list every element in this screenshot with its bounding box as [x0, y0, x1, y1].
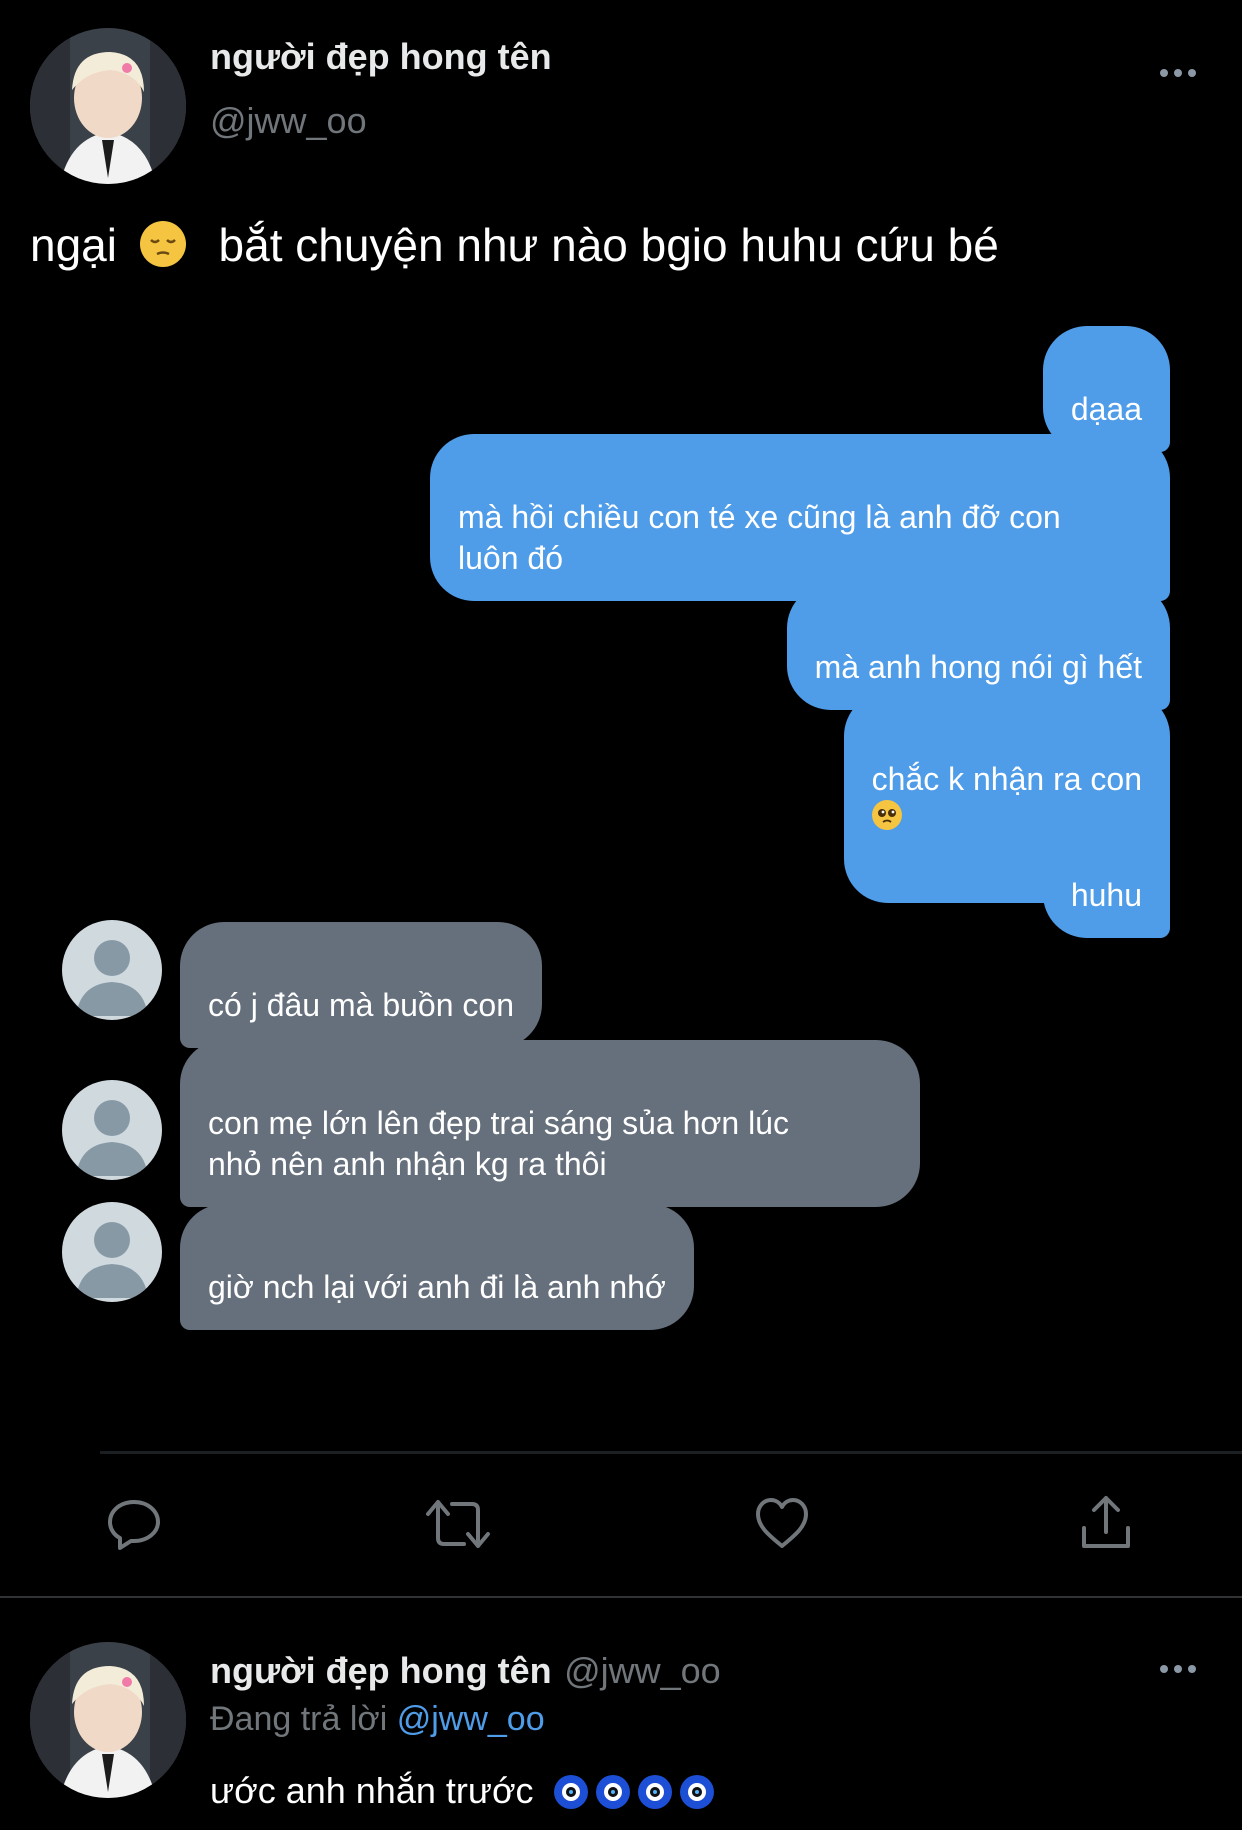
sent-message: huhu	[1042, 812, 1170, 938]
default-user-icon	[76, 1100, 148, 1176]
reply-author-avatar[interactable]	[30, 1642, 186, 1798]
reply-author-name[interactable]: người đẹp hong tên	[210, 1650, 552, 1691]
sent-message-text: mà anh hong nói gì hết	[814, 649, 1142, 685]
screenshot-edge	[100, 1451, 1242, 1454]
tweet-text-start: ngại	[30, 219, 117, 271]
contact-avatar	[62, 920, 162, 1020]
author-handle[interactable]: @jww_oo	[210, 100, 367, 142]
more-options-icon[interactable]	[1160, 69, 1196, 77]
like-icon[interactable]	[752, 1494, 812, 1554]
retweet-icon[interactable]	[424, 1494, 492, 1554]
received-message: giờ nch lại với anh đi là anh nhớ	[180, 1204, 694, 1330]
received-message-text: có j đâu mà buồn con	[208, 987, 514, 1023]
default-user-icon	[76, 1222, 148, 1298]
nazar-amulet-icon	[553, 1775, 588, 1809]
reply-header: người đẹp hong tên @jww_oo	[210, 1650, 721, 1692]
share-icon[interactable]	[1076, 1492, 1136, 1554]
received-message-text: con mẹ lớn lên đẹp trai sáng sủa hơn lúc…	[208, 1105, 789, 1182]
sent-message-text: mà hồi chiều con té xe cũng là anh đỡ co…	[458, 499, 1061, 576]
replying-to-mention[interactable]: @jww_oo	[397, 1700, 545, 1738]
received-message: có j đâu mà buồn con	[180, 922, 542, 1048]
author-name[interactable]: người đẹp hong tên	[210, 36, 552, 78]
default-user-icon	[76, 940, 148, 1016]
chat-screenshot[interactable]: dạaa mà hồi chiều con té xe cũng là anh …	[30, 320, 1242, 1454]
author-avatar[interactable]	[30, 28, 186, 184]
sent-message-text: dạaa	[1070, 391, 1142, 427]
sent-message-text: huhu	[1070, 877, 1142, 913]
reply-more-options-icon[interactable]	[1160, 1665, 1196, 1673]
section-divider	[0, 1596, 1242, 1598]
tweet-text: ngại bắt chuyện như nào bgio huhu cứu bé	[30, 218, 999, 272]
reply-icon[interactable]	[104, 1494, 164, 1554]
contact-avatar	[62, 1080, 162, 1180]
reply-author-avatar-image	[30, 1642, 186, 1798]
replying-to-prefix: Đang trả lời	[210, 1700, 388, 1738]
received-message: con mẹ lớn lên đẹp trai sáng sủa hơn lúc…	[180, 1040, 920, 1207]
reply-text-body: ước anh nhắn trước	[210, 1770, 534, 1811]
sent-message-text: chắc k nhận ra con	[871, 761, 1142, 797]
contact-avatar	[62, 1202, 162, 1302]
tweet-text-end: bắt chuyện như nào bgio huhu cứu bé	[218, 219, 999, 271]
pensive-face-icon	[139, 221, 186, 267]
nazar-amulet-icon	[595, 1775, 630, 1809]
nazar-amulet-icon	[637, 1775, 672, 1809]
sent-message: mà hồi chiều con té xe cũng là anh đỡ co…	[430, 434, 1170, 601]
received-message-text: giờ nch lại với anh đi là anh nhớ	[208, 1269, 666, 1305]
pleading-face-icon	[871, 800, 902, 830]
replying-to-line: Đang trả lời @jww_oo	[210, 1700, 545, 1739]
author-avatar-image	[30, 28, 186, 184]
reply-text: ước anh nhắn trước	[210, 1770, 722, 1812]
nazar-amulet-icon	[679, 1775, 714, 1809]
reply-author-handle[interactable]: @jww_oo	[564, 1650, 721, 1691]
